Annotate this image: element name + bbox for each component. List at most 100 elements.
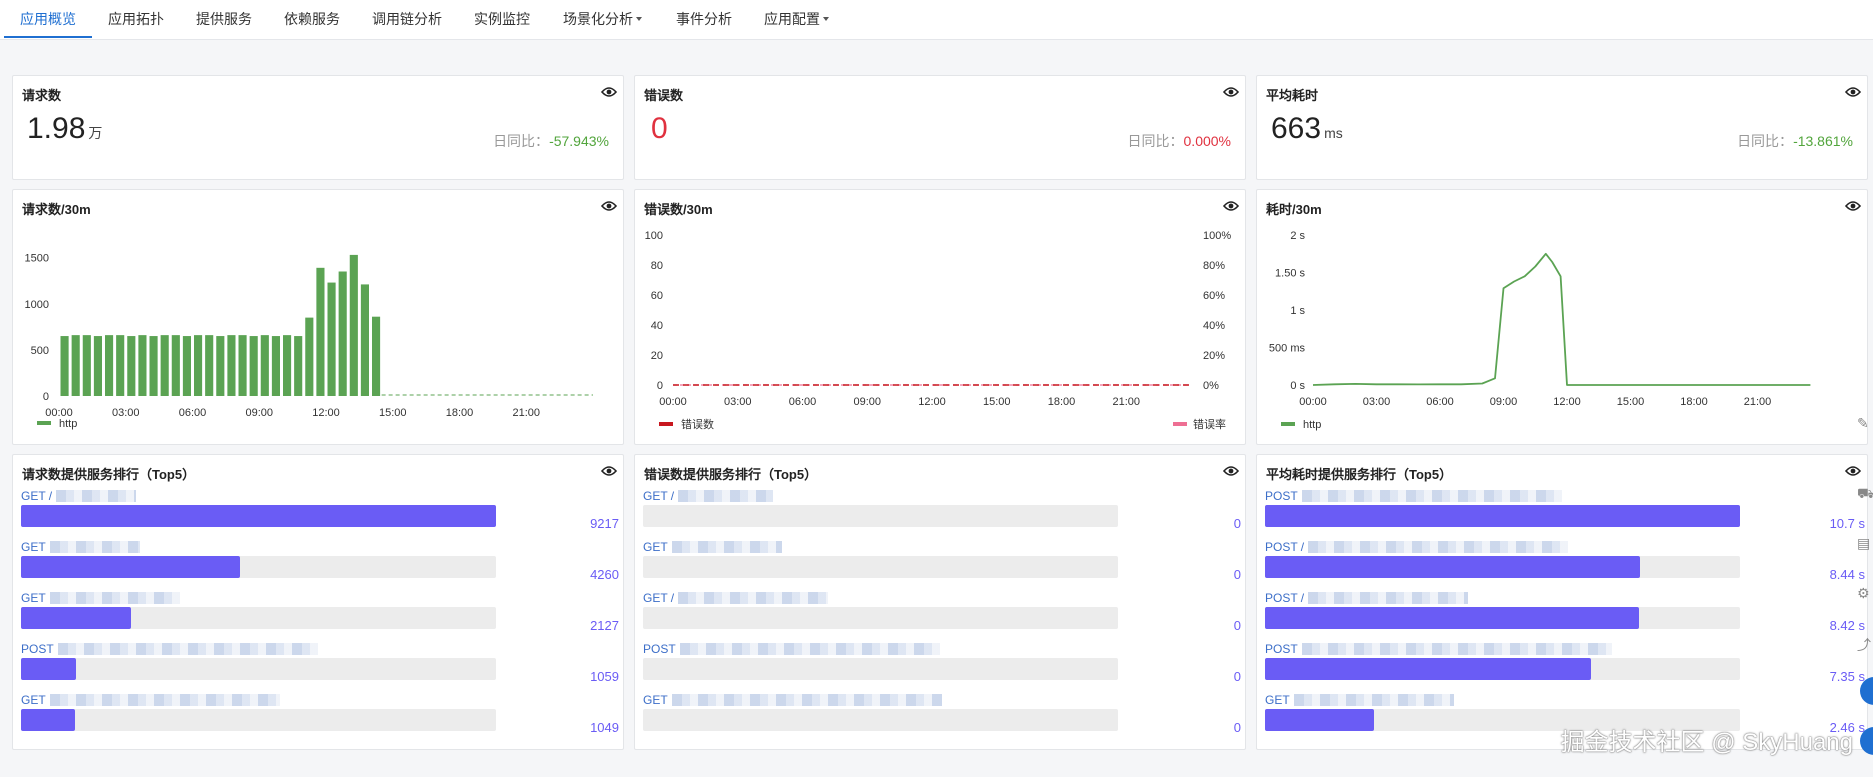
x-tick-label: 12:00 — [1553, 396, 1581, 408]
x-tick-label: 03:00 — [724, 396, 752, 408]
doc-icon[interactable]: ▤ — [1857, 535, 1873, 555]
tab-provided-services[interactable]: 提供服务 — [196, 0, 252, 40]
eye-icon[interactable] — [1845, 199, 1861, 213]
eye-icon[interactable] — [1223, 464, 1239, 478]
ranking-title: 平均耗时提供服务排行（Top5） — [1266, 467, 1453, 482]
tab-scenario-analysis[interactable]: 场景化分析 — [563, 0, 642, 40]
bar — [316, 267, 325, 396]
bar — [182, 336, 191, 396]
x-tick-label: 15:00 — [1617, 396, 1645, 408]
cart-icon[interactable]: ⛟ — [1857, 485, 1873, 505]
x-tick-label: 00:00 — [1299, 396, 1327, 408]
ranking-row[interactable]: GET 0 — [643, 540, 1243, 588]
ranking-value: 1059 — [590, 669, 619, 684]
ranking-endpoint: POST — [21, 642, 318, 656]
active-tab-indicator — [4, 36, 92, 38]
eye-icon[interactable] — [601, 464, 617, 478]
ranking-row[interactable]: GET / 0 — [643, 591, 1243, 639]
ranking-row[interactable]: POST / 8.44 s — [1265, 540, 1865, 588]
y2-tick-label: 20% — [1203, 350, 1225, 362]
ranking-bar-fill — [21, 505, 496, 527]
eye-icon[interactable] — [1223, 85, 1239, 99]
tab-dependent-services[interactable]: 依赖服务 — [284, 0, 340, 40]
gear-icon[interactable]: ⚙ — [1857, 585, 1873, 605]
errors-ranking-card: 错误数提供服务排行（Top5） GET /0 GET 0 GET /0 POST 0 GET… — [634, 454, 1246, 750]
compare-value: 0.000% — [1183, 133, 1231, 149]
tab-trace-analysis[interactable]: 调用链分析 — [372, 0, 442, 40]
tab-event-analysis[interactable]: 事件分析 — [676, 0, 732, 40]
share-icon[interactable]: ⤴ — [1857, 635, 1873, 655]
eye-icon[interactable] — [1223, 199, 1239, 213]
ranking-row[interactable]: GET 0 — [643, 693, 1243, 741]
chart-title: 请求数/30m — [22, 202, 91, 217]
chart-title: 耗时/30m — [1266, 202, 1322, 217]
apps-button[interactable] — [1860, 727, 1873, 755]
ranking-row[interactable]: GET 1049 — [21, 693, 621, 741]
http-method: GET / — [643, 591, 675, 605]
ranking-row[interactable]: GET 4260 — [21, 540, 621, 588]
ranking-endpoint: GET — [643, 540, 782, 554]
ranking-bar-track — [21, 556, 496, 578]
y-tick-label: 100 — [645, 230, 663, 242]
y-tick-label: 40 — [651, 320, 663, 332]
ranking-row[interactable]: GET / 0 — [643, 489, 1243, 537]
bar — [82, 335, 91, 396]
ranking-bar-fill — [21, 658, 76, 680]
y-tick-label: 60 — [651, 290, 663, 302]
bar — [238, 335, 247, 396]
ranking-bar-track — [643, 658, 1118, 680]
tab-app-config[interactable]: 应用配置 — [764, 0, 829, 40]
ranking-value: 4260 — [590, 567, 619, 582]
x-tick-label: 12:00 — [918, 396, 946, 408]
latency-value: 663 ms — [1271, 112, 1343, 146]
latency-number: 663 — [1271, 112, 1322, 145]
bar — [149, 336, 158, 396]
eye-icon[interactable] — [601, 199, 617, 213]
tab-scenario-analysis-label: 场景化分析 — [563, 11, 633, 27]
chevron-down-icon — [823, 17, 829, 21]
ranking-value: 10.7 s — [1829, 516, 1865, 531]
x-tick-label: 09:00 — [245, 407, 273, 419]
ranking-value: 0 — [1233, 669, 1241, 684]
ranking-row[interactable]: POST / 8.42 s — [1265, 591, 1865, 639]
legend-label: http — [59, 418, 77, 430]
ranking-row[interactable]: GET 2127 — [21, 591, 621, 639]
edit-icon[interactable]: ✎ — [1857, 415, 1873, 435]
requests-unit: 万 — [88, 125, 103, 141]
tab-app-topology[interactable]: 应用拓扑 — [108, 0, 164, 40]
tab-app-overview[interactable]: 应用概览 — [20, 0, 76, 40]
bar — [71, 335, 80, 396]
ranking-bar-fill — [21, 556, 241, 578]
eye-icon[interactable] — [601, 85, 617, 99]
ranking-endpoint: GET — [643, 693, 942, 707]
compare-value: -57.943% — [549, 133, 609, 149]
errors-chart-card: 错误数/30m 0 20 40 60 80 100 0% 20% 40% 60% 80% 100% 00… — [634, 189, 1246, 445]
ranking-bar-track — [21, 607, 496, 629]
ranking-value: 9217 — [590, 516, 619, 531]
errors-line-chart: 0 20 40 60 80 100 0% 20% 40% 60% 80% 100% 00:00 03:00… — [645, 230, 1232, 431]
legend-swatch — [37, 421, 51, 425]
bar — [194, 335, 203, 396]
http-method: GET / — [643, 489, 675, 503]
eye-icon[interactable] — [1845, 85, 1861, 99]
x-tick-label: 03:00 — [1363, 396, 1391, 408]
tab-instance-monitor[interactable]: 实例监控 — [474, 0, 530, 40]
y-tick-label: 0 — [657, 380, 663, 392]
y-tick-label: 1000 — [25, 299, 49, 311]
bar — [227, 335, 236, 396]
x-tick-label: 12:00 — [312, 407, 340, 419]
http-method: POST / — [1265, 540, 1305, 554]
ranking-row[interactable]: POST 0 — [643, 642, 1243, 690]
y-tick-label: 2 s — [1290, 230, 1305, 242]
assistant-button[interactable] — [1860, 677, 1873, 705]
redacted-path — [57, 643, 318, 655]
y-tick-label: 1.50 s — [1275, 268, 1305, 280]
kpi-errors-card: 错误数 0 日同比：0.000% — [634, 75, 1246, 180]
ranking-row[interactable]: GET / 9217 — [21, 489, 621, 537]
http-method: POST — [1265, 489, 1298, 503]
ranking-row[interactable]: POST 1059 — [21, 642, 621, 690]
ranking-row[interactable]: POST 7.35 s — [1265, 642, 1865, 690]
chevron-down-icon — [636, 17, 642, 21]
ranking-row[interactable]: POST 10.7 s — [1265, 489, 1865, 537]
http-method: GET / — [21, 489, 53, 503]
